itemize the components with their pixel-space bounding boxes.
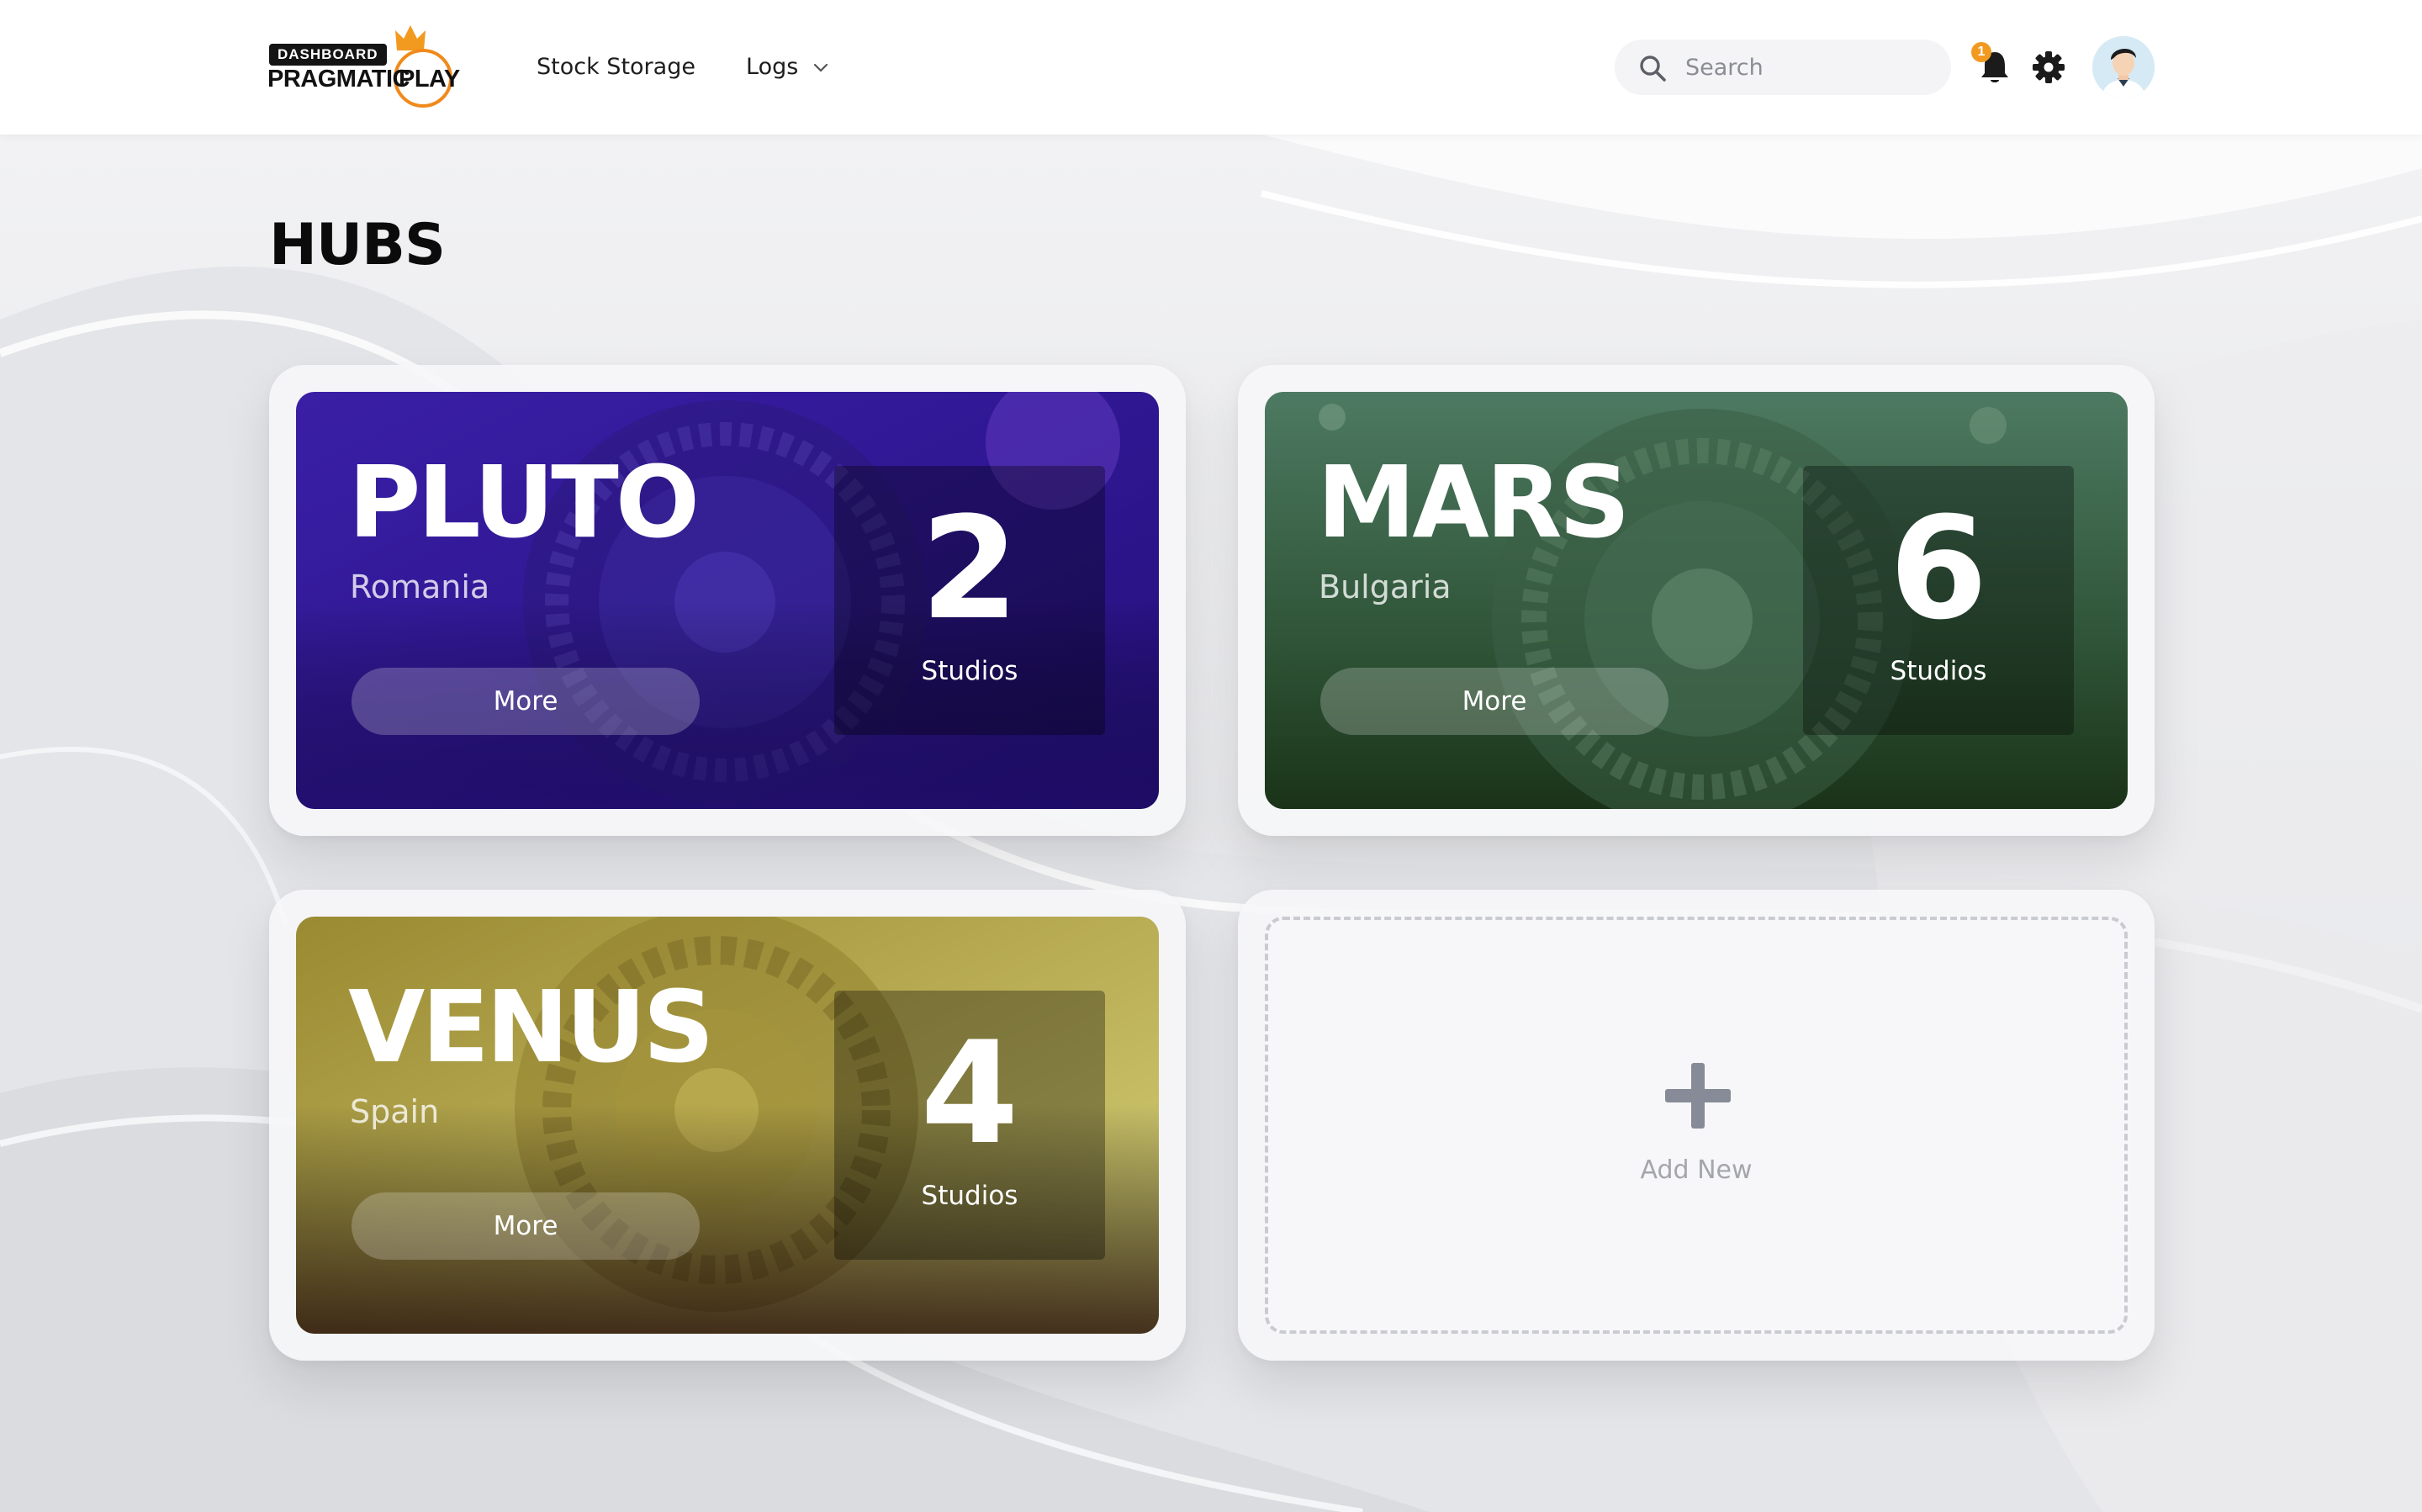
nav-stock-storage[interactable]: Stock Storage bbox=[537, 52, 695, 82]
logo-brand-play: PLAY bbox=[399, 66, 460, 93]
more-button[interactable]: More bbox=[352, 1192, 700, 1260]
pragmatic-play-logo[interactable]: DASHBOARD PRAGMATIC PLAY bbox=[267, 24, 460, 111]
gear-icon[interactable] bbox=[2032, 50, 2065, 84]
search-icon bbox=[1640, 56, 1666, 82]
page-title: HUBS bbox=[269, 212, 446, 278]
studio-count-box: 2 Studios bbox=[834, 466, 1105, 735]
hub-card-frame: PLUTO Romania More 2 Studios bbox=[269, 365, 1186, 836]
studio-count: 2 bbox=[920, 486, 1019, 651]
search-input[interactable] bbox=[1685, 40, 1929, 95]
logo-dashboard-badge: DASHBOARD bbox=[269, 44, 387, 66]
hub-card-mars: MARS Bulgaria More 6 Studios bbox=[1265, 392, 2128, 809]
notification-badge: 1 bbox=[1971, 42, 1991, 62]
hub-card-pluto: PLUTO Romania More 2 Studios bbox=[296, 392, 1159, 809]
hub-name: PLUTO bbox=[348, 444, 700, 560]
hub-card-frame: MARS Bulgaria More 6 Studios bbox=[1238, 365, 2155, 836]
hub-name: VENUS bbox=[348, 969, 714, 1085]
studio-count-box: 6 Studios bbox=[1803, 466, 2074, 735]
hub-card-venus: VENUS Spain More 4 Studios bbox=[296, 917, 1159, 1334]
avatar-illustration bbox=[2092, 36, 2155, 98]
add-new-hub-button[interactable]: Add New bbox=[1265, 917, 2128, 1334]
more-button[interactable]: More bbox=[1320, 668, 1668, 735]
studio-count-label: Studios bbox=[921, 1181, 1018, 1211]
studio-count-label: Studios bbox=[921, 656, 1018, 686]
studio-count-label: Studios bbox=[1890, 656, 1987, 686]
add-hub-frame: Add New bbox=[1238, 890, 2155, 1361]
hub-name: MARS bbox=[1317, 444, 1631, 560]
top-header: DASHBOARD PRAGMATIC PLAY Stock Storage L… bbox=[0, 0, 2422, 135]
hub-card-frame: VENUS Spain More 4 Studios bbox=[269, 890, 1186, 1361]
hub-country: Spain bbox=[350, 1093, 440, 1130]
search-bar[interactable] bbox=[1615, 40, 1951, 95]
studio-count: 6 bbox=[1889, 486, 1988, 651]
hub-country: Romania bbox=[350, 568, 490, 605]
more-button[interactable]: More bbox=[352, 668, 700, 735]
nav-logs[interactable]: Logs bbox=[746, 52, 798, 82]
add-new-label: Add New bbox=[1640, 1155, 1753, 1185]
user-avatar[interactable] bbox=[2092, 36, 2155, 98]
studio-count-box: 4 Studios bbox=[834, 991, 1105, 1260]
plus-icon bbox=[1665, 1063, 1731, 1129]
hub-country: Bulgaria bbox=[1319, 568, 1452, 605]
logo-brand-pragmatic: PRAGMATIC bbox=[267, 66, 410, 93]
chevron-down-icon[interactable] bbox=[812, 62, 829, 74]
studio-count: 4 bbox=[920, 1011, 1019, 1176]
